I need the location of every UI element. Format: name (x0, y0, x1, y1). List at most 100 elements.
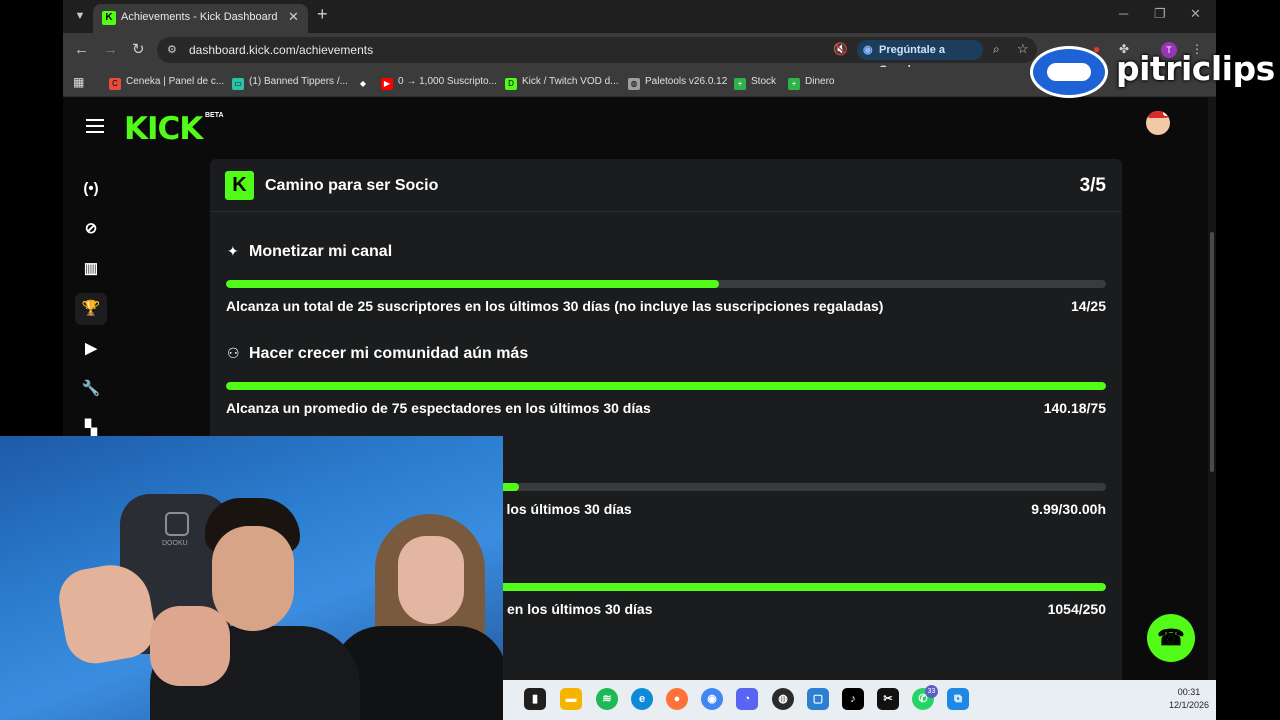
card-progress-count: 3/5 (1079, 175, 1106, 196)
bookmark-favicon-icon: + (788, 78, 800, 90)
spotify-icon[interactable]: ≋ (596, 688, 618, 710)
person-1-right-hand (150, 606, 230, 686)
clock-time: 00:31 (1177, 687, 1201, 697)
tab-search-icon[interactable]: ▼ (71, 7, 89, 25)
page-scrollbar[interactable] (1208, 97, 1216, 680)
mute-site-icon[interactable]: 🔇 (833, 42, 848, 56)
edge-icon[interactable]: e (631, 688, 653, 710)
forward-icon[interactable]: → (103, 41, 118, 59)
progress-fill (226, 280, 719, 288)
video-icon[interactable]: ▶ (75, 333, 107, 365)
watermark-text: pitriclips (1116, 49, 1275, 88)
app-icon[interactable]: ⧉ (947, 688, 969, 710)
url-text: dashboard.kick.com/achievements (189, 43, 374, 57)
sparkle-icon: ✦ (227, 243, 239, 259)
bookmark-item[interactable]: ▭ (1) Banned Tippers /... (232, 74, 348, 90)
beta-label: BETA (205, 112, 224, 119)
chrome-icon[interactable]: ◉ (701, 688, 723, 710)
restore-icon[interactable]: ❐ (1154, 6, 1166, 22)
google-lens-icon: ◉ (863, 44, 873, 56)
apps-grid-icon[interactable]: ▦ (73, 74, 84, 90)
requirement-value: 14/25 (1070, 298, 1106, 314)
bookmark-label: (1) Banned Tippers /... (249, 76, 348, 87)
browser-tab[interactable]: K Achievements - Kick Dashboard ✕ (93, 4, 308, 33)
back-icon[interactable]: ← (74, 41, 89, 59)
tab-close-icon[interactable]: ✕ (288, 9, 299, 25)
capcut-icon[interactable]: ✂ (877, 688, 899, 710)
requirement-text: Alcanza un promedio de 75 espectadores e… (226, 400, 651, 416)
person-1-face (212, 526, 294, 631)
person-2-face (398, 536, 464, 624)
bookmark-item[interactable]: + Dinero (788, 74, 834, 90)
watermark: pitriclips (1030, 44, 1275, 100)
bookmark-label: Stock (751, 76, 777, 87)
trophy-icon[interactable]: 🏆 (75, 293, 107, 325)
support-headset-button[interactable]: ☎ (1147, 614, 1195, 662)
link-icon[interactable]: ⊘ (75, 213, 107, 245)
bookmark-favicon-icon: D (505, 78, 517, 90)
tab-title: Achievements - Kick Dashboard (121, 11, 278, 23)
app-window-icon[interactable]: ▢ (807, 688, 829, 710)
bookmark-star-icon[interactable]: ☆ (1017, 41, 1029, 57)
wrench-icon[interactable]: 🔧 (75, 373, 107, 405)
minimize-icon[interactable]: ─ (1119, 6, 1128, 21)
chair-brand-text: DOOKU (162, 540, 188, 547)
requirement-text: n los últimos 30 días (494, 501, 632, 517)
bookmark-favicon-icon: ▭ (232, 78, 244, 90)
tab-strip: ▼ K Achievements - Kick Dashboard ✕ + ─ … (63, 0, 1216, 33)
bookmark-item[interactable]: C Ceneka | Panel de c... (109, 74, 224, 90)
kick-logo[interactable]: KICK (124, 111, 203, 147)
system-clock[interactable]: 00:31 12/1/2026 (1167, 686, 1211, 712)
kick-favicon-icon: K (102, 11, 116, 25)
analytics-icon[interactable]: ▥ (75, 253, 107, 285)
bookmark-label: Ceneka | Panel de c... (126, 76, 225, 87)
bookmark-item[interactable]: + Stock (734, 74, 776, 90)
hamburger-menu-icon[interactable] (86, 119, 104, 137)
bookmark-item[interactable]: D Kick / Twitch VOD d... (505, 74, 619, 90)
section-title: Hacer crecer mi comunidad aún más (249, 345, 529, 362)
live-icon[interactable]: (•) (75, 173, 107, 205)
bookmark-favicon-icon: ◍ (628, 78, 640, 90)
ask-google-button[interactable]: ◉ Pregúntale a Google (857, 40, 983, 76)
close-window-icon[interactable]: ✕ (1190, 6, 1201, 22)
bookmark-item[interactable]: ▶ 0 → 1,000 Suscripto... (381, 74, 497, 90)
requirement-value: 1054/250 (1047, 601, 1106, 617)
card-header: K Camino para ser Socio 3/5 (210, 159, 1122, 212)
card-title: Camino para ser Socio (265, 177, 439, 194)
file-explorer-icon[interactable]: ▬ (560, 688, 582, 710)
webcam-overlay: DOOKU (0, 436, 503, 720)
zoom-icon[interactable]: ⌕ (993, 42, 1000, 57)
user-avatar[interactable] (1146, 111, 1170, 135)
requirement-text: en los últimos 30 días (507, 601, 653, 617)
obs-icon[interactable]: ◍ (772, 688, 794, 710)
bookmark-label: Kick / Twitch VOD d... (522, 76, 619, 87)
scrollbar-thumb[interactable] (1210, 232, 1214, 472)
bookmark-item[interactable]: ◆ (357, 74, 374, 90)
handshake-shape (1047, 63, 1091, 81)
reload-icon[interactable]: ↻ (132, 41, 145, 59)
handshake-logo-icon (1030, 46, 1108, 98)
bookmark-favicon-icon: + (734, 78, 746, 90)
address-bar[interactable]: ⚙ dashboard.kick.com/achievements 🔇 ◉ Pr… (157, 37, 1037, 76)
site-info-icon[interactable]: ⚙ (167, 43, 177, 56)
requirement-value: 9.99/30.00h (1031, 501, 1106, 517)
chair-logo-icon (165, 512, 189, 536)
clock-date: 12/1/2026 (1168, 700, 1210, 710)
tiktok-icon[interactable]: ♪ (842, 688, 864, 710)
task-view-icon[interactable]: ▮ (524, 688, 546, 710)
community-icon: ⚇ (227, 345, 240, 361)
bookmark-favicon-icon: ▶ (381, 78, 393, 90)
progress-fill (226, 382, 1106, 390)
requirement-text: Alcanza un total de 25 suscriptores en l… (226, 298, 884, 314)
discord-icon[interactable]: ◔ (736, 688, 758, 710)
section-title: Monetizar mi canal (249, 243, 393, 260)
new-tab-button[interactable]: + (317, 4, 328, 25)
bookmark-item[interactable]: ◍ Paletools v26.0.12 (628, 74, 727, 90)
bookmark-label: Dinero (805, 76, 835, 87)
kick-badge-icon: K (225, 171, 254, 200)
santa-hat-pompom (1163, 111, 1169, 116)
progress-bar (226, 280, 1106, 288)
requirement-value: 140.18/75 (1043, 400, 1106, 416)
firefox-icon[interactable]: ● (666, 688, 688, 710)
bookmark-label: 0 → 1,000 Suscripto... (398, 76, 497, 87)
